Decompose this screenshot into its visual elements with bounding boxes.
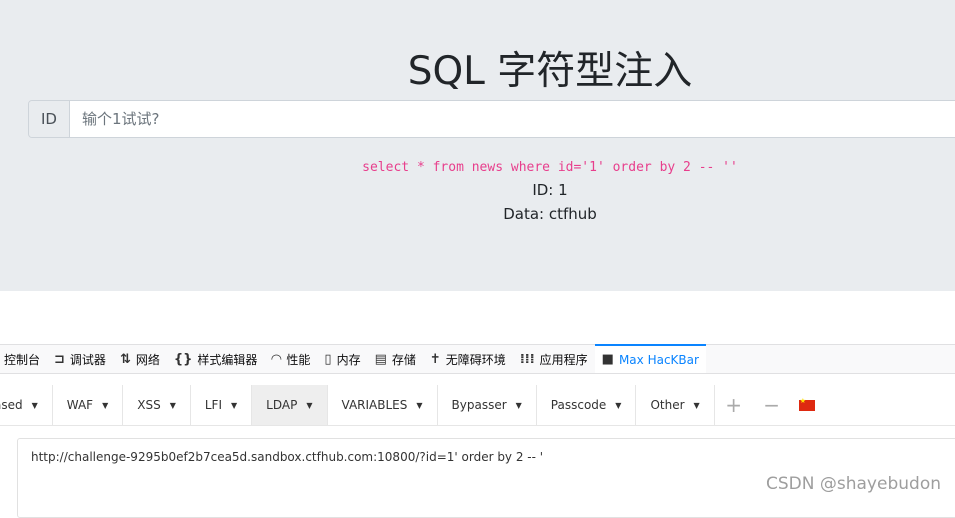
tab-console-label: 控制台 — [4, 352, 41, 367]
caret-down-icon: ▼ — [169, 400, 176, 410]
caret-down-icon: ▼ — [615, 400, 622, 410]
caret-down-icon: ▼ — [515, 400, 522, 410]
performance-icon: ◠ — [271, 351, 282, 367]
memory-icon: ▯ — [324, 351, 332, 367]
menu-based-label: ased — [0, 398, 23, 412]
tab-performance[interactable]: ◠ 性能 — [264, 345, 317, 373]
id-input-group: ID — [28, 100, 955, 138]
result-data: Data: ctfhub — [503, 205, 597, 223]
menu-lfi[interactable]: LFI ▼ — [191, 385, 253, 425]
tab-storage[interactable]: ▤ 存储 — [368, 345, 423, 373]
menu-other[interactable]: Other ▼ — [636, 385, 715, 425]
page-title: SQL 字符型注入 — [407, 49, 693, 94]
china-flag-icon[interactable] — [798, 397, 815, 411]
menu-bypasser-label: Bypasser — [451, 398, 507, 412]
menu-ldap[interactable]: LDAP ▼ — [252, 385, 328, 425]
menu-bypasser[interactable]: Bypasser ▼ — [438, 385, 537, 425]
tab-application[interactable]: ⁞⁞⁞ 应用程序 — [513, 345, 595, 373]
jumbotron: SQL 字符型注入 ID select * from news where id… — [0, 0, 955, 291]
query-result: select * from news where id='1' order by… — [0, 158, 955, 226]
debugger-icon: ⊐ — [54, 351, 65, 367]
caret-down-icon: ▼ — [231, 400, 238, 410]
caret-down-icon: ▼ — [306, 400, 313, 410]
hackbar-toolbar: ased ▼ WAF ▼ XSS ▼ LFI ▼ LDAP ▼ VARIABLE… — [0, 385, 955, 426]
caret-down-icon: ▼ — [416, 400, 423, 410]
tab-application-label: 应用程序 — [539, 352, 588, 367]
tab-memory[interactable]: ▯ 内存 — [317, 345, 367, 373]
menu-xss[interactable]: XSS ▼ — [123, 385, 191, 425]
tab-max-hackbar[interactable]: ■ Max HacKBar — [594, 344, 706, 373]
menu-xss-label: XSS — [137, 398, 161, 412]
tab-accessibility[interactable]: ✝ 无障碍环境 — [423, 345, 513, 373]
id-input[interactable] — [70, 101, 955, 137]
tab-console[interactable]: 控制台 — [0, 345, 47, 373]
storage-icon: ▤ — [374, 351, 387, 367]
menu-waf[interactable]: WAF ▼ — [53, 385, 124, 425]
caret-down-icon: ▼ — [102, 400, 109, 410]
menu-variables-label: VARIABLES — [341, 398, 408, 412]
accessibility-icon: ✝ — [429, 351, 441, 367]
tab-performance-label: 性能 — [286, 352, 311, 367]
menu-ldap-label: LDAP — [266, 398, 298, 412]
network-icon: ⇅ — [119, 351, 131, 367]
id-prefix-label: ID — [29, 101, 70, 137]
menu-other-label: Other — [650, 398, 685, 412]
menu-waf-label: WAF — [66, 398, 94, 412]
hackbar-icon: ■ — [601, 352, 614, 367]
plus-icon[interactable]: + — [715, 385, 753, 425]
csdn-watermark: CSDN @shayebudon — [766, 474, 941, 494]
tab-max-hackbar-label: Max HacKBar — [618, 352, 699, 367]
tab-network[interactable]: ⇅ 网络 — [113, 345, 167, 373]
tab-debugger[interactable]: ⊐ 调试器 — [47, 345, 113, 373]
caret-down-icon: ▼ — [693, 400, 700, 410]
tab-style-editor-label: 样式编辑器 — [197, 352, 258, 367]
result-id: ID: 1 — [532, 181, 568, 199]
devtools-tab-bar: 控制台 ⊐ 调试器 ⇅ 网络 {} 样式编辑器 ◠ 性能 ▯ 内存 ▤ 存储 ✝… — [0, 344, 955, 374]
tab-storage-label: 存储 — [391, 352, 416, 367]
menu-lfi-label: LFI — [204, 398, 223, 412]
menu-based[interactable]: ased ▼ — [0, 385, 53, 425]
tab-debugger-label: 调试器 — [69, 352, 106, 367]
tab-memory-label: 内存 — [336, 352, 361, 367]
minus-icon[interactable]: − — [753, 385, 791, 425]
menu-variables[interactable]: VARIABLES ▼ — [328, 385, 438, 425]
sql-query-text: select * from news where id='1' order by… — [362, 160, 738, 175]
tab-network-label: 网络 — [135, 352, 160, 367]
menu-passcode[interactable]: Passcode ▼ — [537, 385, 637, 425]
caret-down-icon: ▼ — [31, 400, 38, 410]
tab-style-editor[interactable]: {} 样式编辑器 — [167, 345, 265, 373]
style-editor-icon: {} — [173, 351, 193, 367]
application-icon: ⁞⁞⁞ — [519, 351, 535, 367]
tab-accessibility-label: 无障碍环境 — [445, 352, 506, 367]
menu-passcode-label: Passcode — [550, 398, 607, 412]
